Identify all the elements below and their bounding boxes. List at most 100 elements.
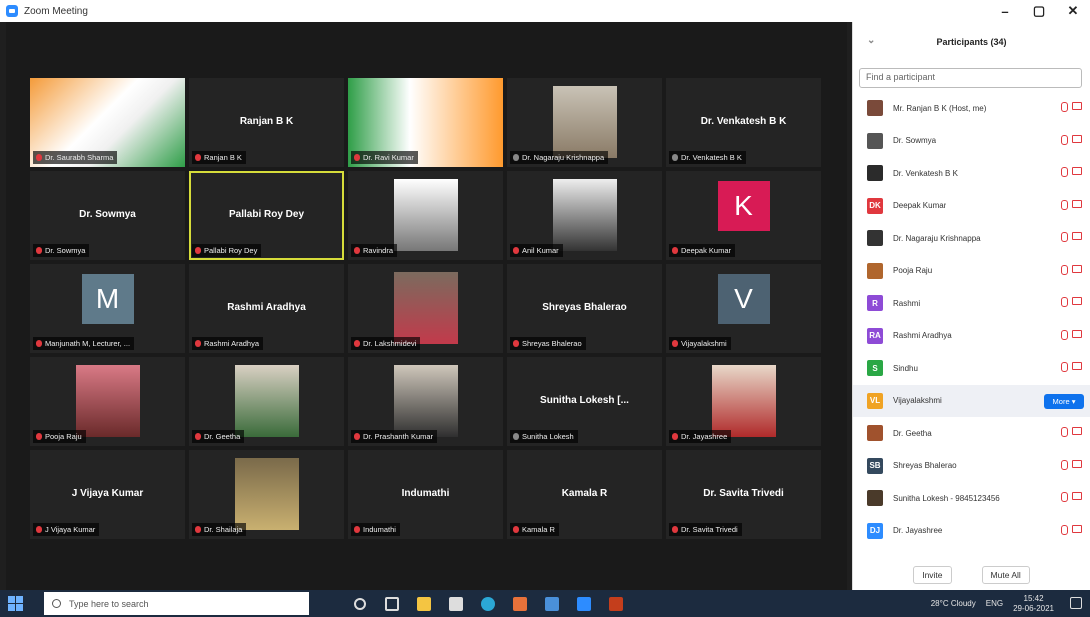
participant-search-input[interactable]: Find a participant xyxy=(859,68,1082,88)
weather-widget[interactable]: 28°C Cloudy xyxy=(931,599,976,608)
participant-video xyxy=(234,458,299,530)
muted-mic-icon[interactable] xyxy=(1061,134,1068,145)
windows-start-icon[interactable] xyxy=(8,595,30,612)
video-off-icon[interactable] xyxy=(1072,199,1082,208)
participant-row[interactable]: Sunitha Lokesh - 9845123456 xyxy=(853,482,1090,515)
mute-all-button[interactable]: Mute All xyxy=(981,566,1030,584)
maximize-button[interactable]: ▢ xyxy=(1022,0,1056,22)
video-off-icon[interactable] xyxy=(1072,492,1082,500)
video-off-icon[interactable] xyxy=(1072,362,1082,370)
photos-icon[interactable] xyxy=(541,593,563,615)
participant-row[interactable]: RA Rashmi Aradhya xyxy=(853,320,1090,353)
video-off-icon[interactable] xyxy=(1072,167,1082,175)
participant-row[interactable]: R Rashmi xyxy=(853,287,1090,320)
video-tile[interactable]: Dr. Savita Trivedi Dr. Savita Trivedi xyxy=(666,450,821,539)
video-tile[interactable]: Dr. Prashanth Kumar xyxy=(348,357,503,446)
video-tile[interactable]: Indumathi Indumathi xyxy=(348,450,503,539)
muted-mic-icon[interactable] xyxy=(1061,459,1068,470)
video-tile[interactable]: K Deepak Kumar xyxy=(666,171,821,260)
video-tile[interactable]: Dr. Sowmya Dr. Sowmya xyxy=(30,171,185,260)
tile-label-text: Pallabi Roy Dey xyxy=(204,246,258,255)
video-tile[interactable]: J Vijaya Kumar J Vijaya Kumar xyxy=(30,450,185,539)
muted-mic-icon[interactable] xyxy=(1061,524,1068,535)
office-icon[interactable] xyxy=(509,593,531,615)
video-tile[interactable]: Shreyas Bhalerao Shreyas Bhalerao xyxy=(507,264,662,353)
participant-name: Sunitha Lokesh - 9845123456 xyxy=(893,493,1000,503)
tile-display-name: Pallabi Roy Dey xyxy=(228,209,305,220)
task-view-icon[interactable] xyxy=(381,593,403,615)
video-off-icon[interactable] xyxy=(1072,524,1082,533)
participant-row[interactable]: Dr. Sowmya xyxy=(853,125,1090,158)
tile-name-label: Anil Kumar xyxy=(510,244,563,257)
participant-row[interactable]: VL Vijayalakshmi More ▾ xyxy=(853,384,1090,417)
participant-row[interactable]: Dr. Geetha xyxy=(853,417,1090,450)
store-icon[interactable] xyxy=(445,593,467,615)
language-indicator[interactable]: ENG xyxy=(986,599,1003,608)
participant-row[interactable]: S Sindhu xyxy=(853,352,1090,385)
video-tile[interactable]: Ravindra xyxy=(348,171,503,260)
video-off-icon[interactable] xyxy=(1072,102,1082,110)
tile-label-text: Anil Kumar xyxy=(522,246,559,255)
participant-row[interactable]: SB Shreyas Bhalerao xyxy=(853,450,1090,483)
zoom-taskbar-icon[interactable] xyxy=(573,593,595,615)
edge-icon[interactable] xyxy=(477,593,499,615)
participant-row[interactable]: Pooja Raju xyxy=(853,255,1090,288)
muted-mic-icon[interactable] xyxy=(1061,167,1068,177)
video-tile[interactable]: Dr. Saurabh Sharma xyxy=(30,78,185,167)
participant-row[interactable]: DK Deepak Kumar xyxy=(853,190,1090,223)
video-tile[interactable]: Dr. Lakshmidevi xyxy=(348,264,503,353)
video-off-icon[interactable] xyxy=(1072,297,1082,305)
video-tile[interactable]: Rashmi Aradhya Rashmi Aradhya xyxy=(189,264,344,353)
tile-name-label: Dr. Lakshmidevi xyxy=(351,337,421,350)
video-off-icon[interactable] xyxy=(1072,329,1082,338)
muted-mic-icon[interactable] xyxy=(1061,297,1068,307)
powerpoint-icon[interactable] xyxy=(605,593,627,615)
video-tile[interactable]: Kamala R Kamala R xyxy=(507,450,662,539)
video-tile[interactable]: Pooja Raju xyxy=(30,357,185,446)
video-tile[interactable]: Sunitha Lokesh [... Sunitha Lokesh xyxy=(507,357,662,446)
video-off-icon[interactable] xyxy=(1072,427,1082,435)
muted-mic-icon[interactable] xyxy=(1061,492,1068,502)
tile-label-text: Dr. Geetha xyxy=(204,432,241,441)
tile-label-text: Dr. Sowmya xyxy=(45,246,86,255)
video-off-icon[interactable] xyxy=(1072,459,1082,468)
video-off-icon[interactable] xyxy=(1072,264,1082,273)
video-tile[interactable]: Dr. Nagaraju Krishnappa xyxy=(507,78,662,167)
video-off-icon[interactable] xyxy=(1072,134,1082,143)
minimize-button[interactable]: – xyxy=(988,0,1022,22)
participant-row[interactable]: DJ Dr. Jayashree xyxy=(853,515,1090,548)
participant-row[interactable]: Mr. Ranjan B K (Host, me) xyxy=(853,92,1090,125)
video-tile[interactable]: Anil Kumar xyxy=(507,171,662,260)
close-button[interactable]: ✕ xyxy=(1056,0,1090,22)
video-tile[interactable]: Ranjan B K Ranjan B K xyxy=(189,78,344,167)
clock[interactable]: 15:42 29-06-2021 xyxy=(1013,594,1054,614)
participant-row[interactable]: Dr. Nagaraju Krishnappa xyxy=(853,222,1090,255)
muted-mic-icon[interactable] xyxy=(1061,232,1068,242)
video-tile[interactable]: Dr. Jayashree xyxy=(666,357,821,446)
video-tile[interactable]: Dr. Shailaja xyxy=(189,450,344,539)
muted-mic-icon[interactable] xyxy=(1061,362,1068,372)
video-tile[interactable]: Pallabi Roy Dey Pallabi Roy Dey xyxy=(189,171,344,260)
cortana-icon[interactable] xyxy=(349,593,371,615)
taskbar-search-box[interactable]: Type here to search xyxy=(44,592,309,615)
muted-mic-icon[interactable] xyxy=(1061,427,1068,437)
video-tile[interactable]: Dr. Venkatesh B K Dr. Venkatesh B K xyxy=(666,78,821,167)
notification-icon[interactable] xyxy=(1070,597,1082,609)
video-tile[interactable]: V Vijayalakshmi xyxy=(666,264,821,353)
video-tile[interactable]: Dr. Ravi Kumar xyxy=(348,78,503,167)
muted-mic-icon[interactable] xyxy=(1061,329,1068,340)
participant-row[interactable]: Dr. Venkatesh B K xyxy=(853,157,1090,190)
file-explorer-icon[interactable] xyxy=(413,593,435,615)
participant-more-button[interactable]: More ▾ xyxy=(1044,393,1084,409)
tile-name-label: Dr. Savita Trivedi xyxy=(669,523,742,536)
video-tile[interactable]: Dr. Geetha xyxy=(189,357,344,446)
muted-mic-icon[interactable] xyxy=(1061,264,1068,275)
clock-date: 29-06-2021 xyxy=(1013,603,1054,613)
collapse-chevron-icon[interactable]: ⌄ xyxy=(867,35,875,46)
video-tile[interactable]: M Manjunath M, Lecturer, ... xyxy=(30,264,185,353)
muted-mic-icon[interactable] xyxy=(1061,102,1068,112)
muted-mic-icon[interactable] xyxy=(1061,199,1068,210)
tile-label-text: J Vijaya Kumar xyxy=(45,525,96,534)
invite-button[interactable]: Invite xyxy=(913,566,952,584)
video-off-icon[interactable] xyxy=(1072,232,1082,240)
